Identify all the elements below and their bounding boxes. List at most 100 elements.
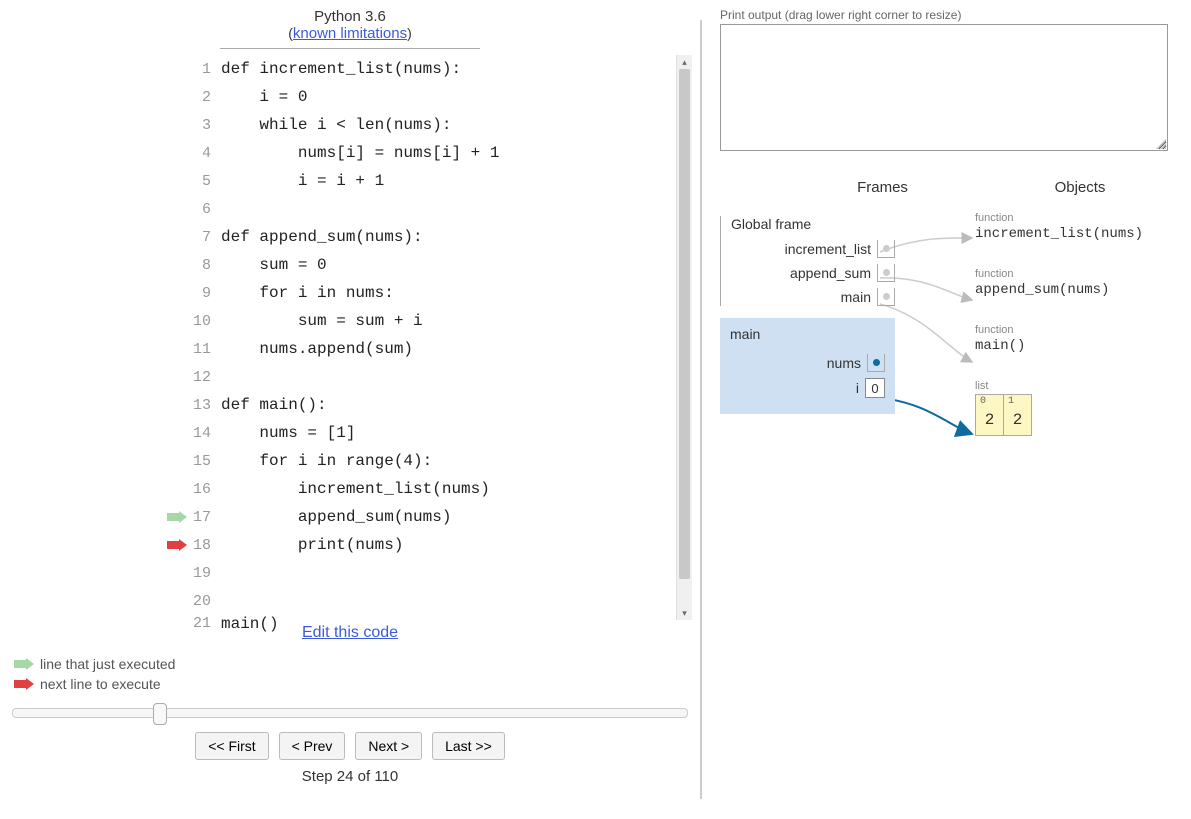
code-line: 18 print(nums)	[165, 531, 700, 559]
scrollbar-thumb[interactable]	[679, 69, 690, 579]
object-function-increment-list: function increment_list(nums)	[975, 212, 1143, 242]
object-function-append-sum: function append_sum(nums)	[975, 268, 1143, 298]
code-line: 16 increment_list(nums)	[165, 475, 700, 503]
prev-button[interactable]: < Prev	[279, 732, 346, 760]
frames-header: Frames	[810, 179, 955, 196]
line-number: 16	[191, 481, 221, 498]
code-line: 6	[165, 195, 700, 223]
slider-thumb[interactable]	[153, 703, 167, 725]
objects-header: Objects	[1005, 179, 1155, 196]
code-line: 11 nums.append(sum)	[165, 335, 700, 363]
global-frame-title: Global frame	[731, 216, 895, 232]
frames-column: Global frame increment_list append_sum m…	[720, 216, 895, 414]
known-limitations-link[interactable]: known limitations	[293, 25, 407, 42]
code-line: 5 i = i + 1	[165, 167, 700, 195]
code-line: 12	[165, 363, 700, 391]
frames-objects-viz: Global frame increment_list append_sum m…	[720, 216, 1181, 516]
objects-column: function increment_list(nums) function a…	[975, 212, 1143, 462]
code-line: 15 for i in range(4):	[165, 447, 700, 475]
line-number: 20	[191, 593, 221, 610]
line-number: 18	[191, 537, 221, 554]
code-text: nums[i] = nums[i] + 1	[221, 144, 499, 162]
python-version-label: Python 3.6	[110, 8, 590, 25]
code-text: for i in nums:	[221, 284, 394, 302]
code-scrollbar[interactable]	[676, 55, 692, 620]
code-text: def increment_list(nums):	[221, 60, 461, 78]
code-line: 13def main():	[165, 391, 700, 419]
line-number: 5	[191, 173, 221, 190]
line-number: 13	[191, 397, 221, 414]
global-var-main: main	[731, 288, 895, 306]
prev-arrow-icon	[165, 511, 191, 523]
line-number: 2	[191, 89, 221, 106]
line-number: 17	[191, 509, 221, 526]
line-number: 12	[191, 369, 221, 386]
code-text: nums.append(sum)	[221, 340, 413, 358]
line-number: 6	[191, 201, 221, 218]
legend: line that just executed next line to exe…	[14, 656, 700, 692]
code-text: def append_sum(nums):	[221, 228, 423, 246]
global-var-increment-list: increment_list	[731, 240, 895, 258]
code-text: while i < len(nums):	[221, 116, 451, 134]
global-frame: Global frame increment_list append_sum m…	[720, 216, 895, 306]
line-number: 21	[191, 615, 221, 632]
line-number: 7	[191, 229, 221, 246]
code-line: 20	[165, 587, 700, 615]
print-output[interactable]	[720, 24, 1168, 151]
next-arrow-icon	[165, 539, 191, 551]
code-text: i = i + 1	[221, 172, 384, 190]
main-frame: main nums i 0	[720, 318, 895, 414]
last-button[interactable]: Last >>	[432, 732, 505, 760]
line-number: 4	[191, 145, 221, 162]
code-text: def main():	[221, 396, 327, 414]
code-text: increment_list(nums)	[221, 480, 490, 498]
viz-pane: Print output (drag lower right corner to…	[700, 0, 1191, 819]
code-line: 10 sum = sum + i	[165, 307, 700, 335]
code-text: for i in range(4):	[221, 452, 432, 470]
viz-header-row: Frames Objects	[720, 179, 1181, 196]
main-var-nums: nums	[730, 354, 885, 372]
code-line: 4 nums[i] = nums[i] + 1	[165, 139, 700, 167]
main-frame-title: main	[730, 326, 895, 342]
code-line: 1def increment_list(nums):	[165, 55, 700, 83]
code-line: 3 while i < len(nums):	[165, 111, 700, 139]
code-line: 9 for i in nums:	[165, 279, 700, 307]
code-line: 17 append_sum(nums)	[165, 503, 700, 531]
prev-arrow-icon	[14, 658, 34, 670]
code-pane: Python 3.6 (known limitations) 1def incr…	[0, 0, 700, 819]
nav-controls: << First < Prev Next > Last >>	[0, 732, 700, 760]
step-slider[interactable]	[12, 708, 688, 718]
code-line: 8 sum = 0	[165, 251, 700, 279]
next-button[interactable]: Next >	[355, 732, 422, 760]
code-text: main()	[221, 615, 279, 633]
legend-prev: line that just executed	[14, 656, 700, 672]
first-button[interactable]: << First	[195, 732, 268, 760]
step-label: Step 24 of 110	[0, 768, 700, 785]
code-text: print(nums)	[221, 536, 403, 554]
line-number: 9	[191, 285, 221, 302]
code-text: sum = sum + i	[221, 312, 423, 330]
main-var-i: i 0	[730, 378, 885, 398]
limitations-link-wrap: (known limitations)	[110, 25, 590, 42]
code-line: 21main()	[165, 615, 700, 633]
code-text: sum = 0	[221, 256, 327, 274]
line-number: 14	[191, 425, 221, 442]
object-list: list 0 1 2 2	[975, 380, 1143, 436]
line-number: 11	[191, 341, 221, 358]
code-listing: 1def increment_list(nums):2 i = 03 while…	[0, 55, 700, 620]
header: Python 3.6 (known limitations)	[110, 8, 590, 49]
code-line: 14 nums = [1]	[165, 419, 700, 447]
line-number: 1	[191, 61, 221, 78]
code-text: i = 0	[221, 88, 307, 106]
code-line: 2 i = 0	[165, 83, 700, 111]
output-label: Print output (drag lower right corner to…	[720, 8, 1181, 22]
next-arrow-icon	[14, 678, 34, 690]
code-text: append_sum(nums)	[221, 508, 451, 526]
code-text: nums = [1]	[221, 424, 355, 442]
line-number: 10	[191, 313, 221, 330]
line-number: 3	[191, 117, 221, 134]
legend-next: next line to execute	[14, 676, 700, 692]
line-number: 8	[191, 257, 221, 274]
line-number: 15	[191, 453, 221, 470]
line-number: 19	[191, 565, 221, 582]
